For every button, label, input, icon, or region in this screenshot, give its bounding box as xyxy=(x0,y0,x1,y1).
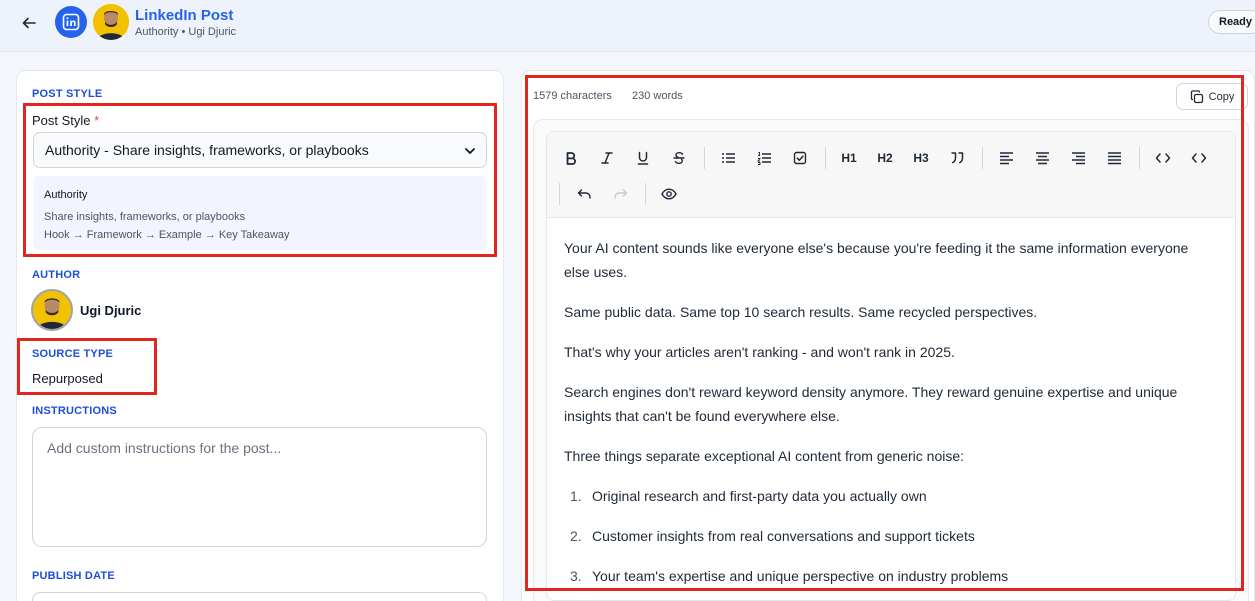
bullet-list-button[interactable] xyxy=(716,146,740,170)
redo-button[interactable] xyxy=(608,182,632,206)
bold-button[interactable] xyxy=(559,146,583,170)
word-count: 230 words xyxy=(632,90,683,102)
strikethrough-button[interactable] xyxy=(667,146,691,170)
preview-button[interactable] xyxy=(657,182,681,206)
underline-button[interactable] xyxy=(631,146,655,170)
redo-icon xyxy=(613,189,627,199)
source-type-section-label: SOURCE TYPE xyxy=(32,348,114,360)
toolbar-divider xyxy=(559,183,560,205)
copy-icon xyxy=(1190,89,1203,103)
undo-icon xyxy=(577,189,591,199)
strikethrough-icon xyxy=(673,151,685,165)
code-block-button[interactable] xyxy=(1187,146,1211,170)
align-left-icon xyxy=(999,152,1013,165)
toolbar-divider xyxy=(825,147,826,169)
undo-button[interactable] xyxy=(572,182,596,206)
align-right-icon xyxy=(1071,152,1085,165)
author-section-label: AUTHOR xyxy=(32,269,81,281)
post-style-select[interactable]: Authority - Share insights, frameworks, … xyxy=(33,132,487,168)
editor-toolbar: H1 H2 H3 xyxy=(547,132,1235,218)
align-center-icon xyxy=(1035,152,1049,165)
source-type-value: Repurposed xyxy=(32,371,103,386)
author-avatar xyxy=(31,289,73,331)
publish-date-field[interactable] xyxy=(32,592,487,601)
list-item-number: 2. xyxy=(570,528,582,544)
back-button[interactable] xyxy=(18,12,40,34)
style-card-name: Authority xyxy=(44,189,88,201)
content-paragraph: That's why your articles aren't ranking … xyxy=(564,344,955,360)
align-center-button[interactable] xyxy=(1030,146,1054,170)
required-mark: * xyxy=(94,113,100,128)
list-item-text: Customer insights from real conversation… xyxy=(592,528,975,544)
post-style-label: Post Style * xyxy=(32,113,100,128)
list-item: 1. Original research and first-party data… xyxy=(564,484,1214,508)
blockquote-button[interactable] xyxy=(945,146,969,170)
italic-icon xyxy=(601,152,613,164)
chevron-down-icon xyxy=(465,148,475,154)
heading-2-button[interactable]: H2 xyxy=(873,146,897,170)
list-item: 3. Your team's expertise and unique persp… xyxy=(564,564,1214,588)
ordered-list-icon xyxy=(756,152,771,165)
ordered-list-button[interactable] xyxy=(752,146,776,170)
instructions-textarea[interactable]: Add custom instructions for the post... xyxy=(32,427,487,547)
toolbar-divider xyxy=(704,147,705,169)
rich-text-editor[interactable]: H1 H2 H3 Your AI content sounds like eve… xyxy=(546,131,1236,601)
character-count: 1579 characters xyxy=(533,90,612,102)
align-right-button[interactable] xyxy=(1066,146,1090,170)
quote-icon xyxy=(951,152,963,164)
bold-icon xyxy=(566,152,576,165)
content-paragraph: Three things separate exceptional AI con… xyxy=(564,448,965,464)
editor-content[interactable]: Your AI content sounds like everyone els… xyxy=(564,236,1214,600)
linkedin-icon xyxy=(55,6,87,38)
content-ordered-list: 1. Original research and first-party data… xyxy=(564,484,1214,588)
arrow-left-icon xyxy=(22,17,36,29)
style-card-flow: Hook → Framework → Example → Key Takeawa… xyxy=(44,229,290,241)
list-item-number: 1. xyxy=(570,488,582,504)
page-title: LinkedIn Post xyxy=(135,7,234,24)
eye-icon xyxy=(661,188,677,200)
content-paragraph: Same public data. Same top 10 search res… xyxy=(564,304,1038,320)
top-bar: LinkedIn Post Authority • Ugi Djuric Rea… xyxy=(0,0,1255,52)
author-name: Ugi Djuric xyxy=(80,303,142,318)
post-style-section-label: POST STYLE xyxy=(32,88,103,100)
toolbar-divider xyxy=(982,147,983,169)
post-style-selected-value: Authority - Share insights, frameworks, … xyxy=(45,142,369,158)
list-item-text: Original research and first-party data y… xyxy=(592,488,927,504)
post-style-description-card: Authority Share insights, frameworks, or… xyxy=(33,176,487,250)
style-card-description: Share insights, frameworks, or playbooks xyxy=(44,211,246,223)
inline-code-button[interactable] xyxy=(1151,146,1175,170)
list-item: 2. Customer insights from real conversati… xyxy=(564,524,1214,548)
heading-3-button[interactable]: H3 xyxy=(909,146,933,170)
publish-date-section-label: PUBLISH DATE xyxy=(32,570,115,582)
content-paragraph: Search engines don't reward keyword dens… xyxy=(564,384,1178,424)
status-badge: Ready xyxy=(1208,10,1255,34)
author-avatar xyxy=(93,4,129,40)
bullet-list-icon xyxy=(721,153,735,163)
content-paragraph: Your AI content sounds like everyone els… xyxy=(564,240,1189,280)
code-block-icon xyxy=(1191,153,1207,163)
list-item-number: 3. xyxy=(570,568,582,584)
task-list-button[interactable] xyxy=(788,146,812,170)
align-justify-button[interactable] xyxy=(1102,146,1126,170)
instructions-section-label: INSTRUCTIONS xyxy=(32,405,117,417)
list-item-text: Your team's expertise and unique perspec… xyxy=(592,568,1009,584)
checkbox-icon xyxy=(793,151,807,165)
align-justify-icon xyxy=(1107,152,1121,165)
heading-1-button[interactable]: H1 xyxy=(837,146,861,170)
copy-button[interactable]: Copy xyxy=(1176,83,1248,110)
code-icon xyxy=(1155,153,1171,163)
underline-icon xyxy=(637,151,649,165)
align-left-button[interactable] xyxy=(994,146,1018,170)
toolbar-divider xyxy=(645,183,646,205)
copy-label: Copy xyxy=(1208,90,1235,103)
page-subtitle: Authority • Ugi Djuric xyxy=(135,26,237,38)
italic-button[interactable] xyxy=(595,146,619,170)
toolbar-divider xyxy=(1139,147,1140,169)
